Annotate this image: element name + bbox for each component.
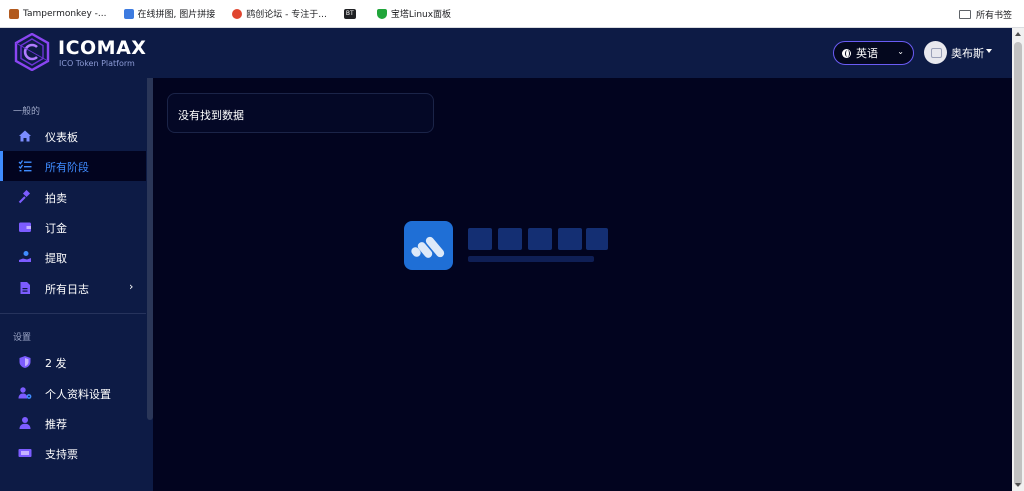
bt-icon: BT bbox=[343, 8, 356, 19]
page-scrollbar[interactable] bbox=[1012, 28, 1024, 491]
user-icon bbox=[19, 417, 31, 429]
file-icon bbox=[20, 282, 30, 294]
forum-icon bbox=[232, 8, 243, 19]
tampermonkey-icon bbox=[9, 8, 19, 19]
bookmarks-bar: Tampermonkey -... 在线拼图, 图片拼接 鸥创论坛 - 专注于.… bbox=[0, 0, 1024, 28]
icomax-logo-icon[interactable] bbox=[13, 33, 51, 71]
wallet-icon bbox=[19, 222, 31, 232]
chevron-down-icon: ⌄ bbox=[897, 47, 904, 56]
shield-icon bbox=[19, 356, 31, 368]
shield-green-icon bbox=[376, 8, 387, 19]
scroll-up-icon[interactable] bbox=[1015, 32, 1021, 36]
bookmark-label: 在线拼图, 图片拼接 bbox=[137, 10, 216, 20]
user-menu-name[interactable]: 奥布斯 bbox=[951, 45, 984, 61]
hand-money-icon bbox=[19, 251, 31, 262]
sidebar-item-support-ticket[interactable]: 支持票 bbox=[0, 438, 146, 468]
sidebar-item-label: 提取 bbox=[45, 252, 67, 265]
brand-tagline: ICO Token Platform bbox=[59, 59, 135, 68]
sidebar-item-label: 支持票 bbox=[45, 448, 78, 461]
avatar[interactable] bbox=[924, 41, 947, 64]
folder-icon bbox=[958, 10, 971, 19]
folder-label: 所有书签 bbox=[975, 11, 1012, 21]
chevron-right-icon: › bbox=[129, 280, 134, 293]
sidebar-item-label: 所有阶段 bbox=[45, 161, 89, 174]
sidebar-divider bbox=[0, 313, 146, 314]
bookmark-label: 宝塔Linux面板 bbox=[390, 10, 452, 20]
sidebar-item-all-logs[interactable]: 所有日志 › bbox=[0, 273, 146, 303]
empty-state-card: 没有找到数据 bbox=[167, 93, 434, 133]
sidebar-item-2fa[interactable]: 2 发 bbox=[0, 347, 146, 377]
bookmark-forum[interactable]: 鸥创论坛 - 专注于... bbox=[232, 7, 327, 20]
sidebar-item-referral[interactable]: 推荐 bbox=[0, 408, 146, 438]
bookmark-bt[interactable]: BT bbox=[343, 8, 360, 19]
sidebar-item-label: 拍卖 bbox=[45, 192, 67, 205]
sidebar-item-withdraw[interactable]: 提取 bbox=[0, 242, 146, 272]
empty-message: 没有找到数据 bbox=[178, 109, 244, 122]
scrollbar-thumb[interactable] bbox=[1014, 42, 1022, 486]
language-label: 英语 bbox=[856, 47, 878, 60]
sidebar-item-dashboard[interactable]: 仪表板 bbox=[0, 121, 146, 151]
bookmark-label: 鸥创论坛 - 专注于... bbox=[246, 10, 327, 20]
scroll-down-icon[interactable] bbox=[1015, 483, 1021, 487]
watermark-logo bbox=[404, 220, 614, 272]
sidebar-item-label: 2 发 bbox=[45, 357, 67, 370]
sidebar-item-label: 仪表板 bbox=[45, 131, 78, 144]
sidebar: 一般的 仪表板 所有阶段 拍卖 订金 提取 所有日志 › 设置 2 发 个人资料… bbox=[0, 78, 153, 491]
bookmark-baota[interactable]: 宝塔Linux面板 bbox=[376, 7, 452, 20]
top-header: ICOMAX ICO Token Platform 英语 ⌄ 奥布斯 bbox=[0, 28, 1012, 78]
globe-icon bbox=[842, 48, 851, 58]
sidebar-item-label: 所有日志 bbox=[45, 283, 89, 296]
sidebar-item-deposit[interactable]: 订金 bbox=[0, 212, 146, 242]
gavel-icon bbox=[18, 190, 31, 204]
watermark-mark bbox=[411, 236, 445, 258]
sidebar-item-label: 推荐 bbox=[45, 418, 67, 431]
sidebar-item-all-stages[interactable]: 所有阶段 bbox=[0, 151, 146, 181]
section-label-general: 一般的 bbox=[13, 107, 41, 117]
sidebar-item-profile-settings[interactable]: 个人资料设置 bbox=[0, 378, 146, 408]
sidebar-item-label: 订金 bbox=[45, 222, 67, 235]
bookmark-image-stitch[interactable]: 在线拼图, 图片拼接 bbox=[123, 7, 216, 20]
sidebar-item-auction[interactable]: 拍卖 bbox=[0, 182, 146, 212]
all-bookmarks-folder[interactable]: 所有书签 bbox=[958, 8, 1012, 21]
bookmark-tampermonkey[interactable]: Tampermonkey -... bbox=[9, 8, 107, 19]
watermark-icon bbox=[404, 221, 453, 270]
brand-name[interactable]: ICOMAX bbox=[58, 37, 146, 59]
home-icon bbox=[19, 130, 31, 142]
language-select[interactable]: 英语 ⌄ bbox=[833, 41, 914, 65]
user-gear-icon bbox=[18, 387, 32, 399]
sidebar-scrollbar[interactable] bbox=[147, 78, 153, 420]
bookmark-label: Tampermonkey -... bbox=[23, 8, 107, 19]
ticket-icon bbox=[18, 449, 32, 457]
sidebar-item-label: 个人资料设置 bbox=[45, 388, 111, 401]
image-icon bbox=[123, 8, 134, 19]
section-label-settings: 设置 bbox=[13, 333, 32, 343]
caret-down-icon[interactable] bbox=[986, 49, 992, 53]
list-check-icon bbox=[18, 160, 32, 172]
